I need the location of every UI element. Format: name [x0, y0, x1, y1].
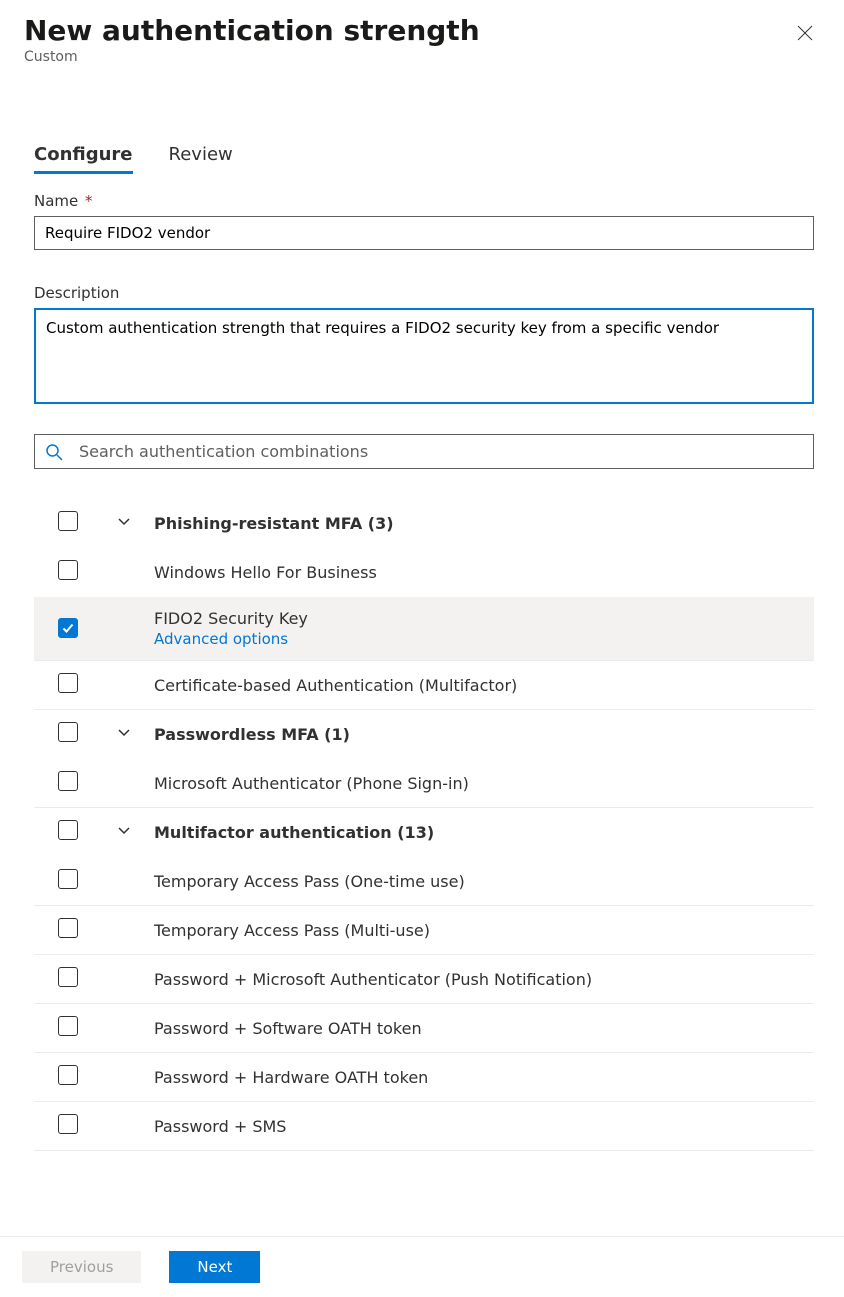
- item-row-tap-one: Temporary Access Pass (One-time use): [34, 857, 814, 906]
- item-checkbox-pwd-push[interactable]: [58, 967, 78, 987]
- item-label-pwd-hard: Password + Hardware OATH token: [154, 1068, 814, 1087]
- item-label-pwd-sms: Password + SMS: [154, 1117, 814, 1136]
- name-input[interactable]: [34, 216, 814, 250]
- group-chevron-passwordless[interactable]: [116, 724, 132, 744]
- item-label-tap-multi: Temporary Access Pass (Multi-use): [154, 921, 814, 940]
- close-button[interactable]: [790, 18, 820, 51]
- item-row-fido2: FIDO2 Security Key Advanced options: [34, 597, 814, 661]
- search-box[interactable]: [34, 434, 814, 469]
- group-checkbox-mfa[interactable]: [58, 820, 78, 840]
- item-checkbox-fido2[interactable]: [58, 618, 78, 638]
- close-icon: [796, 24, 814, 42]
- description-label: Description: [34, 284, 814, 302]
- next-button[interactable]: Next: [169, 1251, 260, 1283]
- item-checkbox-pwd-soft[interactable]: [58, 1016, 78, 1036]
- group-checkbox-phishing[interactable]: [58, 511, 78, 531]
- scroll-region[interactable]: Configure Review Name * Description Phis…: [0, 110, 844, 1227]
- name-label: Name *: [34, 192, 814, 210]
- item-checkbox-pwd-sms[interactable]: [58, 1114, 78, 1134]
- chevron-down-icon: [116, 513, 132, 529]
- item-checkbox-whfb[interactable]: [58, 560, 78, 580]
- item-label-whfb: Windows Hello For Business: [154, 563, 814, 582]
- item-label-fido2: FIDO2 Security Key: [154, 609, 814, 628]
- group-label-passwordless: Passwordless MFA (1): [154, 725, 814, 744]
- group-chevron-mfa[interactable]: [116, 822, 132, 842]
- item-row-pwd-soft: Password + Software OATH token: [34, 1004, 814, 1053]
- item-row-cba: Certificate-based Authentication (Multif…: [34, 661, 814, 710]
- search-icon: [45, 443, 63, 461]
- fido2-advanced-options-link[interactable]: Advanced options: [154, 630, 814, 648]
- tab-review[interactable]: Review: [169, 138, 233, 174]
- item-checkbox-tap-one[interactable]: [58, 869, 78, 889]
- tab-configure[interactable]: Configure: [34, 138, 133, 174]
- item-checkbox-cba[interactable]: [58, 673, 78, 693]
- description-input[interactable]: [34, 308, 814, 404]
- item-label-cba: Certificate-based Authentication (Multif…: [154, 676, 814, 695]
- footer: Previous Next: [0, 1236, 844, 1297]
- group-label-phishing: Phishing-resistant MFA (3): [154, 514, 814, 533]
- check-icon: [61, 621, 75, 635]
- item-checkbox-tap-multi[interactable]: [58, 918, 78, 938]
- item-label-tap-one: Temporary Access Pass (One-time use): [154, 872, 814, 891]
- group-checkbox-passwordless[interactable]: [58, 722, 78, 742]
- search-input[interactable]: [77, 441, 803, 462]
- group-row-mfa: Multifactor authentication (13): [34, 808, 814, 857]
- item-row-pwd-hard: Password + Hardware OATH token: [34, 1053, 814, 1102]
- group-label-mfa: Multifactor authentication (13): [154, 823, 814, 842]
- page-subtitle: Custom: [24, 49, 480, 65]
- item-row-tap-multi: Temporary Access Pass (Multi-use): [34, 906, 814, 955]
- item-row-pwd-sms: Password + SMS: [34, 1102, 814, 1151]
- group-row-phishing: Phishing-resistant MFA (3): [34, 499, 814, 548]
- page-title: New authentication strength: [24, 14, 480, 47]
- item-row-msauth: Microsoft Authenticator (Phone Sign-in): [34, 759, 814, 808]
- item-label-pwd-push: Password + Microsoft Authenticator (Push…: [154, 970, 814, 989]
- group-chevron-phishing[interactable]: [116, 513, 132, 533]
- required-star: *: [80, 192, 92, 210]
- item-label-pwd-soft: Password + Software OATH token: [154, 1019, 814, 1038]
- item-checkbox-pwd-hard[interactable]: [58, 1065, 78, 1085]
- name-label-text: Name: [34, 192, 78, 210]
- chevron-down-icon: [116, 724, 132, 740]
- item-label-msauth: Microsoft Authenticator (Phone Sign-in): [154, 774, 814, 793]
- item-row-whfb: Windows Hello For Business: [34, 548, 814, 597]
- chevron-down-icon: [116, 822, 132, 838]
- previous-button[interactable]: Previous: [22, 1251, 141, 1283]
- item-row-pwd-push: Password + Microsoft Authenticator (Push…: [34, 955, 814, 1004]
- group-row-passwordless: Passwordless MFA (1): [34, 710, 814, 759]
- item-checkbox-msauth[interactable]: [58, 771, 78, 791]
